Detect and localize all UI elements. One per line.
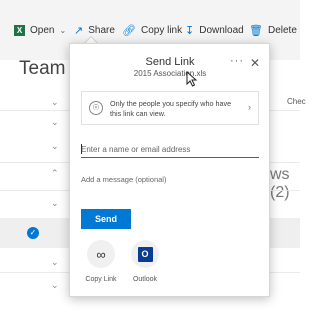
download-button[interactable]: ↧ Download	[185, 22, 244, 38]
mouse-cursor-icon	[186, 71, 198, 87]
outlook-circle[interactable]: O	[131, 240, 159, 268]
checkmark-icon[interactable]: ✓	[27, 227, 39, 239]
open-button[interactable]: X Open ⌄	[14, 22, 66, 38]
delete-button[interactable]: 🗑︎ Delete	[249, 22, 297, 38]
download-label: Download	[199, 24, 244, 36]
send-button[interactable]: Send	[81, 209, 131, 229]
chevron-down-icon[interactable]: ⌄	[51, 97, 59, 108]
chevron-down-icon[interactable]: ⌄	[51, 141, 59, 152]
copy-link-circle[interactable]: ∞	[87, 240, 115, 268]
permission-text: Only the people you specify who have thi…	[110, 99, 232, 118]
open-label: Open	[30, 24, 55, 36]
chevron-down-icon[interactable]: ⌄	[51, 198, 59, 209]
excel-icon: X	[14, 24, 25, 36]
copy-link-option-label: Copy Link	[85, 276, 117, 283]
message-input[interactable]	[81, 172, 259, 186]
outlook-option[interactable]: O Outlook	[122, 240, 168, 283]
more-options-icon[interactable]: ···	[230, 55, 244, 67]
link-icon: ∞	[96, 246, 106, 262]
link-icon: 🔗︎	[122, 24, 136, 37]
link-permission-selector[interactable]: ☉ Only the people you specify who have t…	[81, 91, 259, 125]
share-label: Share	[88, 24, 115, 36]
share-button[interactable]: ↗ Share	[74, 22, 115, 38]
outlook-icon: O	[137, 246, 153, 262]
recipient-name-input[interactable]	[81, 141, 259, 158]
chevron-down-icon[interactable]: ⌄	[51, 117, 59, 128]
trash-icon: 🗑︎	[249, 24, 263, 37]
delete-label: Delete	[267, 24, 297, 36]
column-header-checked[interactable]: Chec	[287, 97, 306, 106]
chevron-down-icon[interactable]: ⌄	[51, 257, 59, 268]
chevron-up-icon[interactable]: ⌃	[51, 168, 59, 179]
text-caret	[81, 144, 82, 154]
chevron-right-icon: ›	[248, 102, 251, 112]
copy-link-label: Copy link	[140, 24, 183, 36]
globe-icon: ☉	[89, 101, 103, 115]
chevron-down-icon[interactable]: ⌄	[51, 280, 59, 291]
chevron-down-icon: ⌄	[59, 25, 67, 35]
copy-link-button[interactable]: 🔗︎ Copy link	[122, 22, 182, 38]
group-count-text: ws (2)	[270, 166, 290, 201]
file-name: 2015 Association.xls	[133, 69, 207, 78]
close-icon[interactable]: ✕	[250, 56, 260, 70]
send-link-dialog: Send Link 2015 Association.xls ··· ✕ ☉ O…	[69, 43, 270, 297]
copy-link-option[interactable]: ∞ Copy Link	[78, 240, 124, 283]
download-icon: ↧	[185, 24, 195, 37]
outlook-option-label: Outlook	[132, 276, 158, 283]
share-icon: ↗	[74, 24, 84, 37]
group-partial-label: ws (2)	[270, 166, 300, 202]
